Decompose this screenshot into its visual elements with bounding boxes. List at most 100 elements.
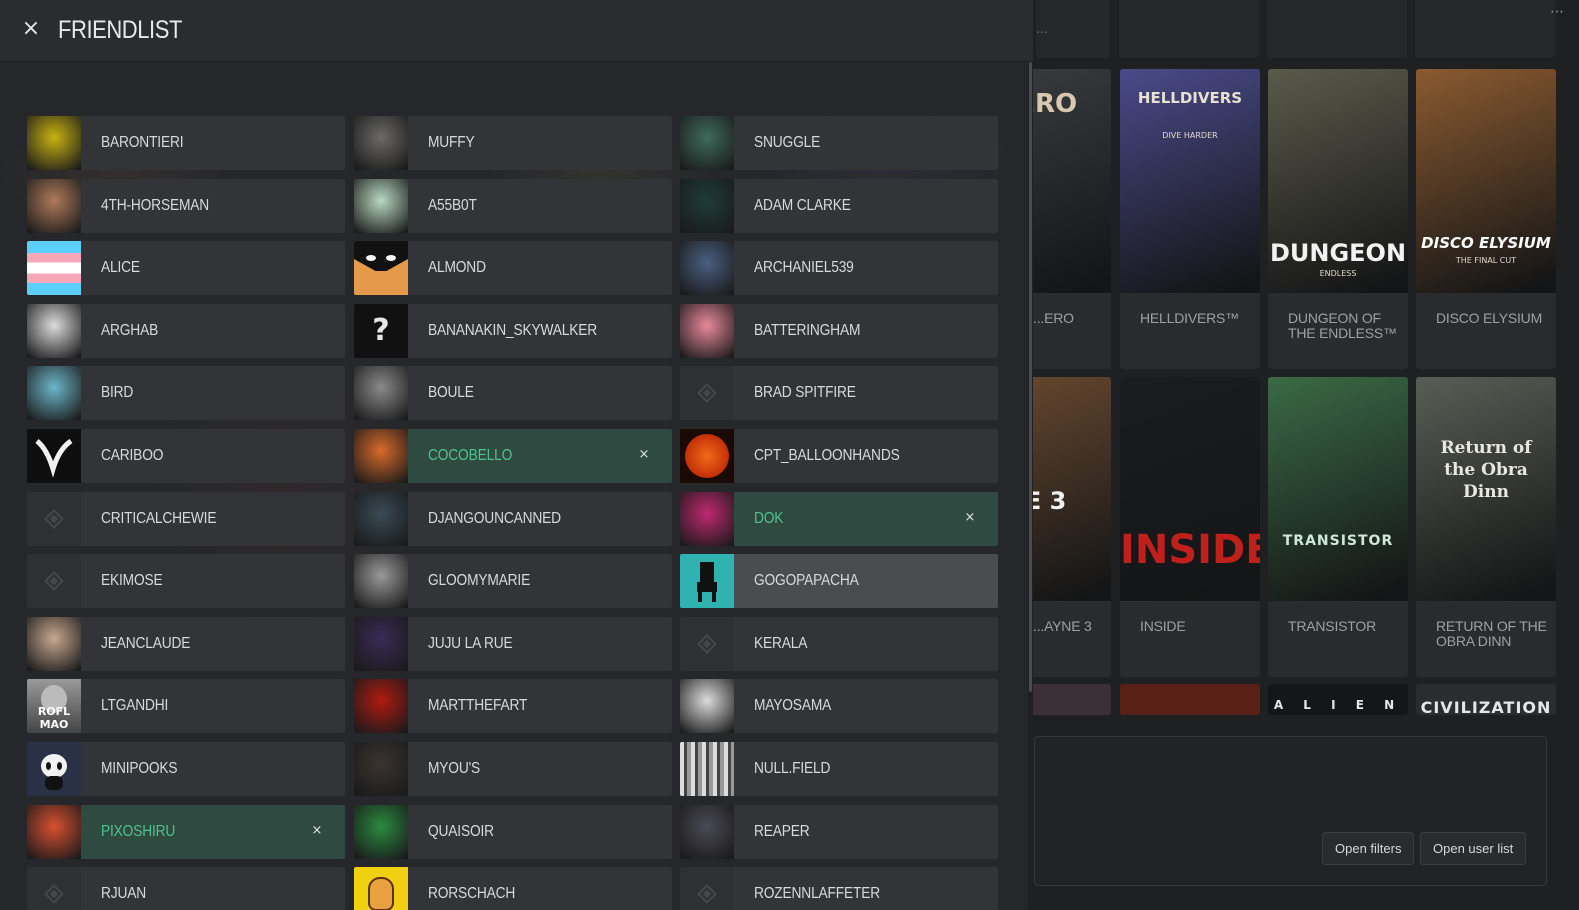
- friend-name: CRITICALCHEWIE: [101, 510, 217, 527]
- friend-name: LTGANDHI: [101, 697, 169, 714]
- app-window: ... ⋯ OOP ERO...EROHELLDIVERSDIVE HARDER…: [0, 0, 1579, 910]
- avatar: [680, 116, 734, 170]
- friend-name: GLOOMYMARIE: [428, 572, 531, 589]
- game-card[interactable]: [1120, 684, 1260, 715]
- open-user-list-button[interactable]: Open user list: [1420, 832, 1527, 865]
- friend-item[interactable]: MARTTHEFART: [354, 679, 672, 733]
- game-card[interactable]: DISCO ELYSIUM THE FINAL CUT DISCO ELYSIUM: [1416, 69, 1556, 369]
- friend-item[interactable]: DJANGOUNCANNED: [354, 492, 672, 546]
- friend-item[interactable]: JUJU LA RUE: [354, 617, 672, 671]
- avatar: [27, 805, 81, 859]
- friend-item[interactable]: REAPER: [680, 805, 998, 859]
- friend-item[interactable]: QUAISOIR: [354, 805, 672, 859]
- friend-item[interactable]: GLOOMYMARIE: [354, 554, 672, 608]
- friend-item[interactable]: GOGOPAPACHA: [680, 554, 998, 608]
- friend-item[interactable]: BIRD: [27, 366, 345, 420]
- friend-item[interactable]: BRAD SPITFIRE: [680, 366, 998, 420]
- game-card[interactable]: Return of the Obra Dinn RETURN OF THE OBR…: [1416, 377, 1556, 677]
- game-cover: DUNGEON ENDLESS: [1268, 69, 1408, 293]
- friend-item[interactable]: ROFL MAO LTGANDHI: [27, 679, 345, 733]
- placeholder-avatar-icon: [44, 884, 64, 904]
- friend-item[interactable]: RORSCHACH: [354, 867, 672, 910]
- friend-item[interactable]: ADAM CLARKE: [680, 179, 998, 233]
- placeholder-avatar-icon: [697, 634, 717, 654]
- cover-title: DUNGEON: [1269, 239, 1407, 267]
- game-title: DUNGEON OF THE ENDLESS™: [1288, 310, 1397, 341]
- avatar: [680, 805, 734, 859]
- friendlist-header: × FRIENDLIST: [0, 0, 1033, 62]
- close-icon[interactable]: ×: [20, 18, 42, 40]
- friend-item[interactable]: KERALA: [680, 617, 998, 671]
- game-title: INSIDE: [1140, 618, 1186, 634]
- friend-item[interactable]: BARONTIERI: [27, 116, 345, 170]
- friend-item[interactable]: NULL.FIELD: [680, 742, 998, 796]
- friend-item[interactable]: ALICE: [27, 241, 345, 295]
- friend-item[interactable]: CRITICALCHEWIE: [27, 492, 345, 546]
- remove-icon[interactable]: ×: [960, 508, 980, 528]
- avatar: [354, 116, 408, 170]
- friend-item[interactable]: MINIPOOKS: [27, 742, 345, 796]
- placeholder-avatar-icon: [44, 509, 64, 529]
- avatar: ROFL MAO: [27, 679, 81, 733]
- friend-item[interactable]: 4TH-HORSEMAN: [27, 179, 345, 233]
- avatar: [354, 429, 408, 483]
- friend-item[interactable]: MYOU'S: [354, 742, 672, 796]
- game-card[interactable]: HELLDIVERS DIVE HARDER HELLDIVERS™: [1120, 69, 1260, 369]
- open-filters-button[interactable]: Open filters: [1322, 832, 1415, 865]
- game-title: ...AYNE 3: [1033, 618, 1092, 634]
- friend-item[interactable]: A55B0T: [354, 179, 672, 233]
- friend-item[interactable]: BOULE: [354, 366, 672, 420]
- friend-item[interactable]: ARGHAB: [27, 304, 345, 358]
- more-icon-left[interactable]: ...: [1036, 22, 1047, 36]
- friend-item[interactable]: MAYOSAMA: [680, 679, 998, 733]
- friend-item[interactable]: ARCHANIEL539: [680, 241, 998, 295]
- friend-name: BIRD: [101, 384, 134, 401]
- friend-name: GOGOPAPACHA: [754, 572, 859, 589]
- avatar: [354, 241, 408, 295]
- friend-item[interactable]: JEANCLAUDE: [27, 617, 345, 671]
- game-card[interactable]: CIVILIZATION: [1416, 684, 1556, 715]
- avatar: [680, 867, 734, 910]
- friend-item[interactable]: ROZENNLAFFETER: [680, 867, 998, 910]
- friend-name: JUJU LA RUE: [428, 635, 513, 652]
- friend-item[interactable]: CPT_BALLOONHANDS: [680, 429, 998, 483]
- friend-name: BANANAKIN_SKYWALKER: [428, 322, 598, 339]
- friend-item[interactable]: PIXOSHIRU ×: [27, 805, 345, 859]
- avatar: [27, 241, 81, 295]
- friend-name: REAPER: [754, 823, 810, 840]
- friend-name: RJUAN: [101, 885, 147, 902]
- avatar: [680, 617, 734, 671]
- friend-item[interactable]: ? BANANAKIN_SKYWALKER: [354, 304, 672, 358]
- friend-name: DOK: [754, 510, 784, 527]
- avatar: [27, 554, 81, 608]
- friend-item[interactable]: SNUGGLE: [680, 116, 998, 170]
- friend-item[interactable]: MUFFY: [354, 116, 672, 170]
- remove-icon[interactable]: ×: [634, 445, 654, 465]
- avatar: [27, 304, 81, 358]
- avatar: ?: [354, 304, 408, 358]
- game-title: ...ERO: [1033, 310, 1074, 326]
- friend-name: BOULE: [428, 384, 474, 401]
- friend-item[interactable]: EKIMOSE: [27, 554, 345, 608]
- friend-name: BATTERINGHAM: [754, 322, 861, 339]
- game-title: RETURN OF THE OBRA DINN: [1436, 618, 1547, 649]
- friend-item[interactable]: DOK ×: [680, 492, 998, 546]
- game-card[interactable]: A L I E N: [1268, 684, 1408, 715]
- friend-name: ROZENNLAFFETER: [754, 885, 881, 902]
- friend-item[interactable]: BATTERINGHAM: [680, 304, 998, 358]
- placeholder-avatar-icon: [44, 571, 64, 591]
- friend-item[interactable]: CARIBOO: [27, 429, 345, 483]
- friend-name: ALICE: [101, 259, 140, 276]
- friend-item[interactable]: RJUAN: [27, 867, 345, 910]
- game-card[interactable]: INSIDE INSIDE: [1120, 377, 1260, 677]
- game-card[interactable]: DUNGEON ENDLESS DUNGEON OF THE ENDLESS™: [1268, 69, 1408, 369]
- scrollbar[interactable]: [1028, 62, 1033, 910]
- friend-item[interactable]: COCOBELLO ×: [354, 429, 672, 483]
- friend-name: ALMOND: [428, 259, 486, 276]
- remove-icon[interactable]: ×: [307, 821, 327, 841]
- avatar: [27, 492, 81, 546]
- scrollbar-thumb[interactable]: [1029, 62, 1032, 692]
- more-menu-icon[interactable]: ⋯: [1550, 4, 1565, 20]
- friend-item[interactable]: ALMOND: [354, 241, 672, 295]
- game-card[interactable]: TRANSISTOR TRANSISTOR: [1268, 377, 1408, 677]
